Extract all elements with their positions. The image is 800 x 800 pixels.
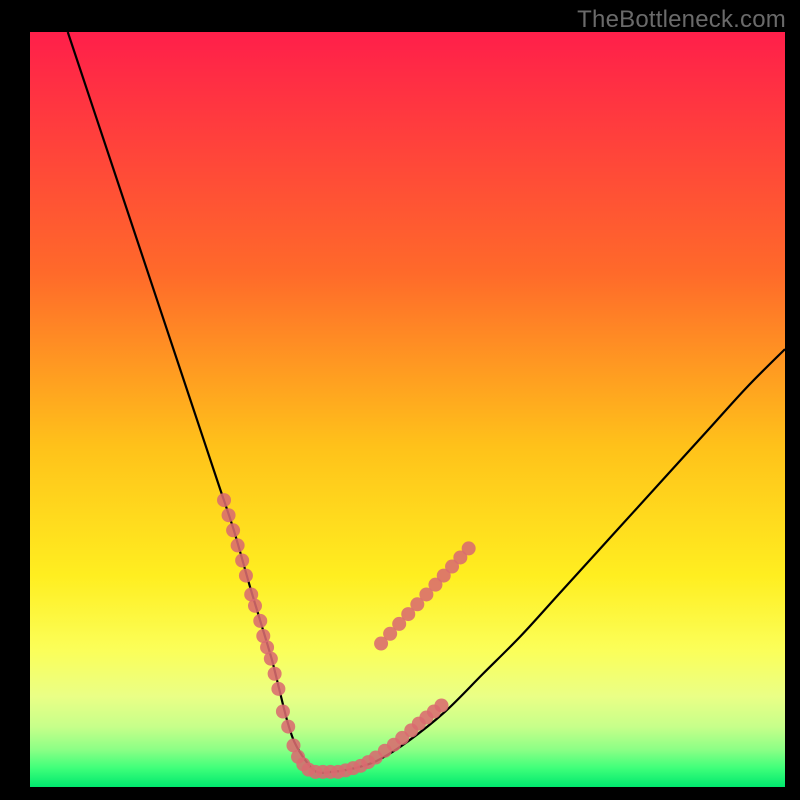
data-marker: [253, 614, 267, 628]
data-marker: [434, 698, 448, 712]
data-marker: [235, 554, 249, 568]
bottleneck-chart: [30, 32, 785, 787]
chart-frame: TheBottleneck.com: [0, 0, 800, 800]
data-marker: [217, 493, 231, 507]
data-marker: [231, 538, 245, 552]
data-marker: [222, 508, 236, 522]
data-marker: [226, 523, 240, 537]
data-marker: [276, 705, 290, 719]
plot-area: [30, 32, 785, 787]
watermark-text: TheBottleneck.com: [577, 6, 786, 34]
data-marker: [462, 541, 476, 555]
data-marker: [271, 682, 285, 696]
data-marker: [264, 652, 278, 666]
gradient-background: [30, 32, 785, 787]
data-marker: [268, 667, 282, 681]
data-marker: [239, 569, 253, 583]
data-marker: [281, 720, 295, 734]
data-marker: [248, 599, 262, 613]
